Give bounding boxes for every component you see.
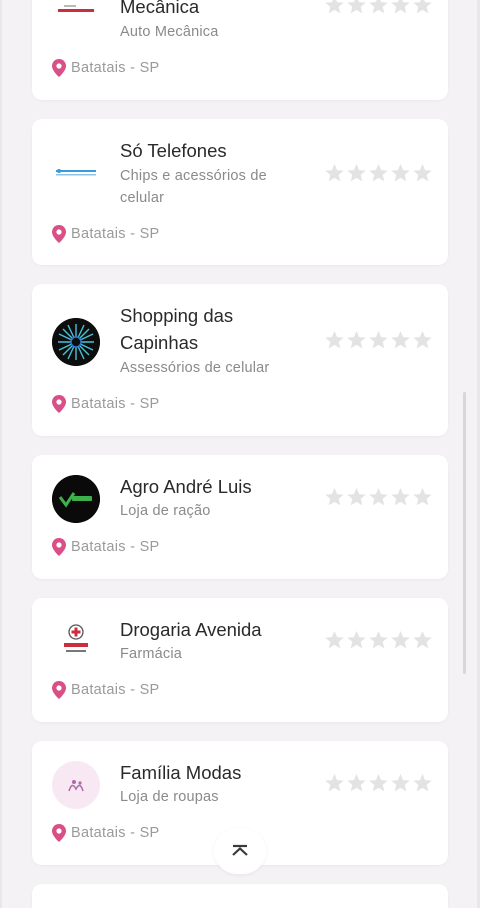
star-icon[interactable] [346,487,367,507]
map-pin-icon [52,681,66,699]
star-icon[interactable] [324,773,345,793]
business-card[interactable]: Shopping das Capinhas Assessórios de cel… [32,284,448,436]
map-pin-icon [52,59,66,77]
location-text: Batatais - SP [71,226,160,242]
location-text: Batatais - SP [71,60,160,76]
star-icon[interactable] [368,163,389,183]
star-icon[interactable] [412,773,433,793]
back-to-top-button[interactable] [214,828,266,874]
star-icon[interactable] [324,163,345,183]
agro-andre-luis-logo [52,475,100,523]
mecanica-logo [52,0,100,24]
so-telefones-logo [52,149,100,197]
rating-stars [324,773,433,793]
business-category: Assessórios de celular [120,360,270,376]
business-name: Agro André Luis [120,476,252,497]
map-pin-icon [52,824,66,842]
star-icon[interactable] [368,330,389,350]
business-card-partial[interactable] [32,884,448,908]
business-list-screen: Mecânica Auto Mecânica Batatais - SP Só … [0,0,480,908]
star-icon[interactable] [346,773,367,793]
star-icon[interactable] [390,0,411,15]
rating-stars [324,163,433,183]
rating-stars [324,330,433,350]
rating-stars [324,630,433,650]
star-icon[interactable] [346,0,367,15]
star-icon[interactable] [390,487,411,507]
drogaria-avenida-logo [52,618,100,666]
business-category: Farmácia [120,646,183,662]
star-icon[interactable] [346,163,367,183]
star-icon[interactable] [346,330,367,350]
business-location: Batatais - SP [52,59,160,77]
location-text: Batatais - SP [71,396,160,412]
map-pin-icon [52,395,66,413]
left-edge [0,0,2,908]
rating-stars [324,0,433,15]
chevron-up-icon [232,844,248,856]
shopping-das-capinhas-logo [52,318,100,366]
star-icon[interactable] [412,330,433,350]
business-name: Mecânica [120,0,200,17]
star-icon[interactable] [390,163,411,183]
business-card[interactable]: Só Telefones Chips e acessórios de celul… [32,119,448,265]
business-name: Família Modas [120,762,242,783]
business-location: Batatais - SP [52,538,160,556]
business-location: Batatais - SP [52,681,160,699]
star-icon[interactable] [324,330,345,350]
business-name: Drogaria Avenida [120,619,262,640]
star-icon[interactable] [412,163,433,183]
location-text: Batatais - SP [71,825,160,841]
star-icon[interactable] [390,773,411,793]
location-text: Batatais - SP [71,682,160,698]
business-category: Loja de roupas [120,789,219,805]
location-text: Batatais - SP [71,539,160,555]
business-location: Batatais - SP [52,395,160,413]
star-icon[interactable] [368,487,389,507]
business-category: Auto Mecânica [120,24,219,40]
business-category: Loja de ração [120,503,211,519]
star-icon[interactable] [368,630,389,650]
scrollbar[interactable] [463,392,466,674]
star-icon[interactable] [368,773,389,793]
star-icon[interactable] [324,487,345,507]
business-category: Chips e acessórios de celular [120,168,267,206]
familia-modas-logo [52,761,100,809]
star-icon[interactable] [412,630,433,650]
business-card[interactable]: Agro André Luis Loja de ração Batatais -… [32,455,448,579]
star-icon[interactable] [324,0,345,15]
business-name: Shopping das Capinhas [120,305,234,353]
business-location: Batatais - SP [52,225,160,243]
star-icon[interactable] [390,630,411,650]
star-icon[interactable] [346,630,367,650]
map-pin-icon [52,538,66,556]
business-location: Batatais - SP [52,824,160,842]
rating-stars [324,487,433,507]
star-icon[interactable] [324,630,345,650]
business-card[interactable]: Mecânica Auto Mecânica Batatais - SP [32,0,448,100]
business-name: Só Telefones [120,140,227,161]
star-icon[interactable] [390,330,411,350]
star-icon[interactable] [368,0,389,15]
star-icon[interactable] [412,487,433,507]
map-pin-icon [52,225,66,243]
star-icon[interactable] [412,0,433,15]
business-card[interactable]: Drogaria Avenida Farmácia Batatais - SP [32,598,448,722]
